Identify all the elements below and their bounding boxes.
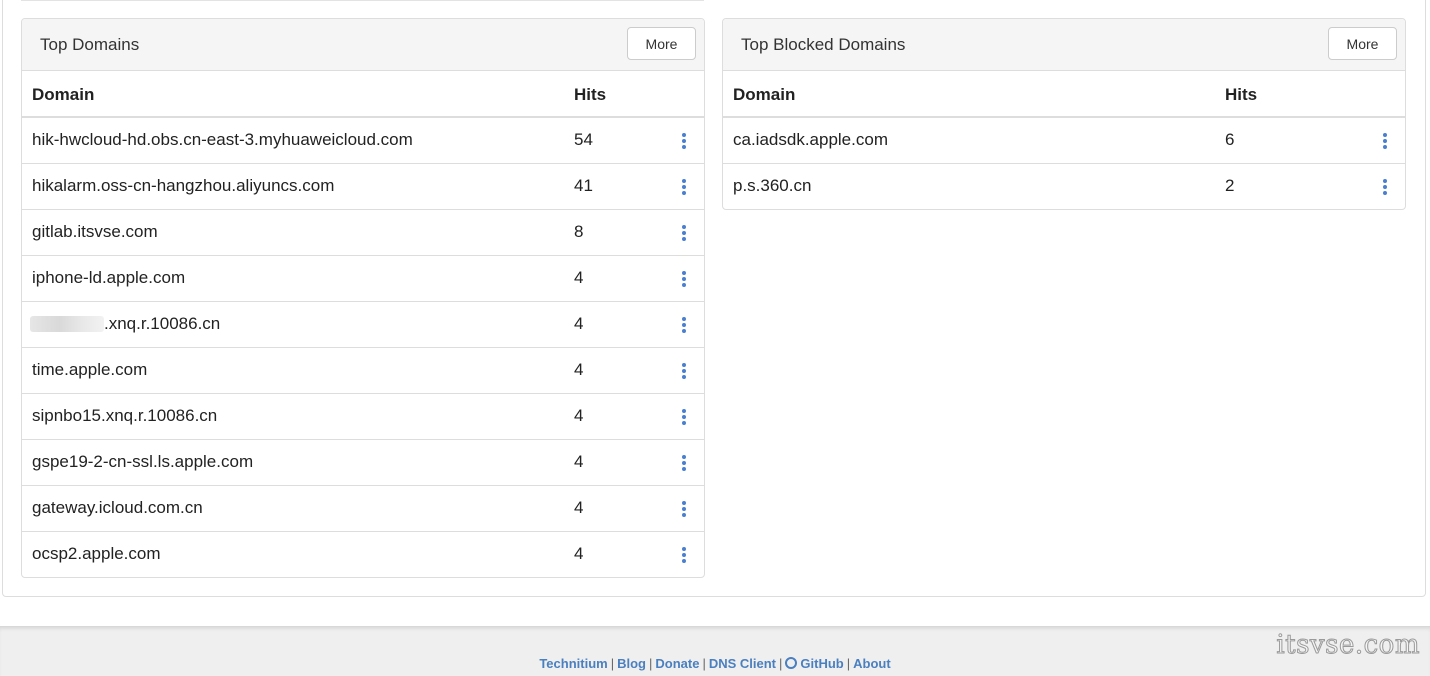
footer-link-about[interactable]: About [853,656,891,671]
hits-cell: 4 [574,530,664,577]
kebab-menu-icon[interactable] [679,224,689,242]
domain-text: .xnq.r.10086.cn [104,314,221,333]
column-header-hits: Hits [574,71,664,118]
top-domains-title: Top Domains [40,35,140,54]
top-blocked-domains-title: Top Blocked Domains [741,35,906,54]
footer-separator: | [846,656,851,671]
top-blocked-domains-more-button[interactable]: More [1328,27,1397,60]
footer-link-technitium[interactable]: Technitium [539,656,607,671]
top-blocked-domains-panel: Top Blocked Domains More Domain Hits ca.… [722,18,1406,210]
hits-cell: 2 [1225,162,1365,209]
footer-links: Technitium | Blog | Donate | DNS Client | GitHub… [0,656,1430,671]
hits-cell: 4 [574,438,664,485]
domain-cell: time.apple.com [22,346,574,393]
kebab-menu-icon[interactable] [1380,132,1390,150]
kebab-menu-icon[interactable] [679,316,689,334]
kebab-menu-icon[interactable] [679,178,689,196]
column-header-domain: Domain [723,71,1225,118]
top-domains-header: Top Domains More [22,19,704,71]
table-row: gspe19-2-cn-ssl.ls.apple.com 4 [22,438,704,485]
footer-separator: | [648,656,653,671]
footer-separator: | [702,656,706,671]
kebab-menu-icon[interactable] [679,454,689,472]
domain-cell: hik-hwcloud-hd.obs.cn-east-3.myhuaweiclo… [32,130,413,150]
kebab-menu-icon[interactable] [679,270,689,288]
top-domains-more-button[interactable]: More [627,27,696,60]
hits-cell: 6 [1225,130,1235,150]
table-row: hikalarm.oss-cn-hangzhou.aliyuncs.com 41 [22,162,704,209]
hits-cell: 41 [574,162,664,209]
table-row: time.apple.com 4 [22,346,704,393]
watermark-text: itsvse.com [1276,630,1420,661]
kebab-menu-icon[interactable] [679,408,689,426]
hits-cell: 54 [574,130,593,150]
domain-cell: hikalarm.oss-cn-hangzhou.aliyuncs.com [22,162,574,209]
footer-link-blog[interactable]: Blog [617,656,646,671]
redaction-blur [30,316,104,332]
column-header-hits: Hits [1225,71,1365,118]
previous-panel-edge [21,0,704,1]
column-header-domain: Domain [22,71,574,118]
hits-cell: 4 [574,300,664,347]
page-footer: Technitium | Blog | Donate | DNS Client | GitHub… [0,626,1430,676]
table-row: p.s.360.cn 2 [723,162,1405,209]
kebab-menu-icon[interactable] [679,546,689,564]
domain-cell: gitlab.itsvse.com [22,208,574,255]
column-header-menu [664,71,704,118]
hits-cell: 4 [574,346,664,393]
table-row: gitlab.itsvse.com 8 [22,208,704,255]
domain-cell: gateway.icloud.com.cn [22,484,574,531]
kebab-menu-icon[interactable] [679,132,689,150]
domain-cell: gspe19-2-cn-ssl.ls.apple.com [22,438,574,485]
domain-cell: .xnq.r.10086.cn [22,300,574,347]
footer-link-github-label: GitHub [800,656,844,671]
footer-link-donate[interactable]: Donate [655,656,699,671]
hits-cell: 4 [574,392,664,439]
footer-separator: | [779,656,783,671]
table-header-row: Domain Hits [22,71,704,118]
column-header-menu [1365,71,1405,118]
domain-cell: ocsp2.apple.com [22,530,574,577]
top-domains-table: Domain Hits hik-hwcloud-hd.obs.cn-east-3… [22,71,704,577]
kebab-menu-icon[interactable] [1380,178,1390,196]
top-blocked-domains-table: Domain Hits ca.iadsdk.apple.com 6 p.s.36… [723,71,1405,209]
hits-cell: 4 [574,484,664,531]
hits-cell: 8 [574,208,664,255]
top-blocked-domains-header: Top Blocked Domains More [723,19,1405,71]
footer-separator: | [610,656,615,671]
table-row: gateway.icloud.com.cn 4 [22,484,704,531]
github-icon [785,657,798,669]
domain-cell: ca.iadsdk.apple.com [733,130,888,150]
domain-cell: p.s.360.cn [723,162,1225,209]
domain-cell: iphone-ld.apple.com [22,254,574,301]
table-header-row: Domain Hits [723,71,1405,118]
hits-cell: 4 [574,254,664,301]
redacted-domain [30,314,104,334]
domain-cell: sipnbo15.xnq.r.10086.cn [22,392,574,439]
table-row: ocsp2.apple.com 4 [22,530,704,577]
table-row: ca.iadsdk.apple.com 6 [723,117,1405,163]
top-domains-panel: Top Domains More Domain Hits hik-hwcloud… [21,18,705,578]
table-row: sipnbo15.xnq.r.10086.cn 4 [22,392,704,439]
table-row: .xnq.r.10086.cn 4 [22,300,704,347]
table-row: hik-hwcloud-hd.obs.cn-east-3.myhuaweiclo… [22,117,704,163]
kebab-menu-icon[interactable] [679,500,689,518]
table-row: iphone-ld.apple.com 4 [22,254,704,301]
footer-link-dns-client[interactable]: DNS Client [709,656,776,671]
footer-link-github[interactable]: GitHub [785,656,844,671]
kebab-menu-icon[interactable] [679,362,689,380]
